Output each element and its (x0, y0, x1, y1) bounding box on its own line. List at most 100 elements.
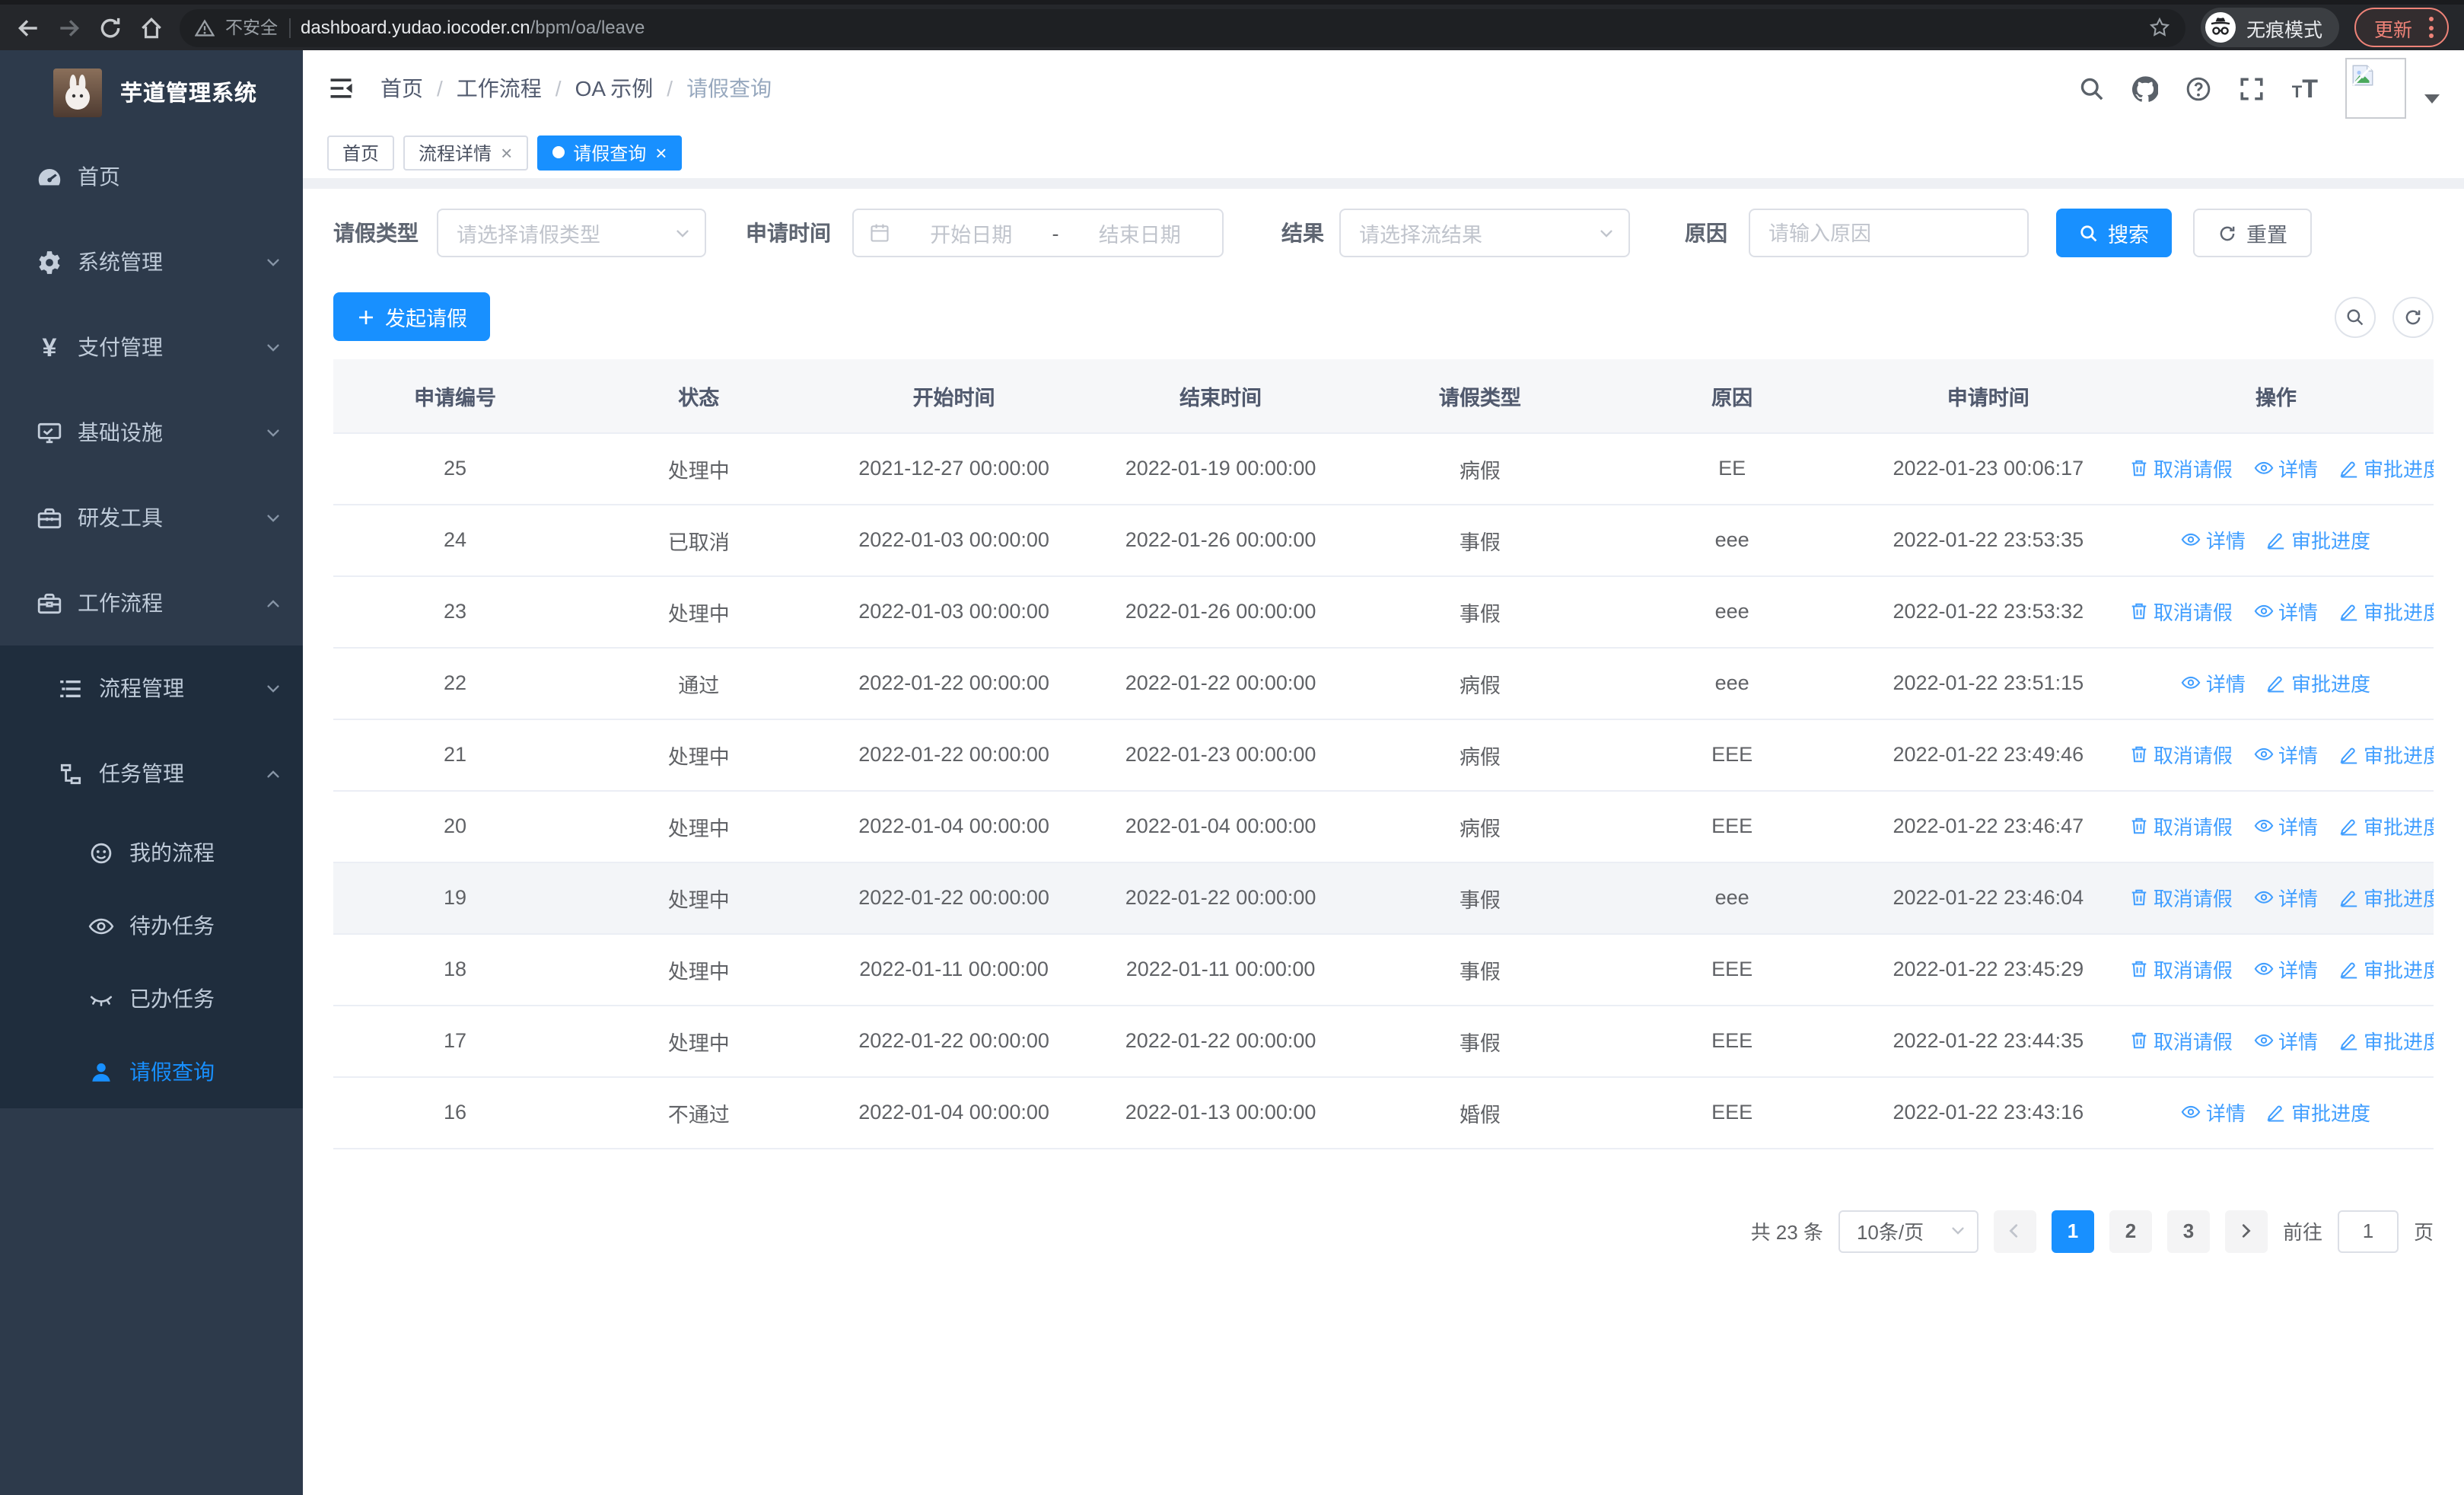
action-progress-link[interactable]: 审批进度 (2339, 955, 2434, 983)
action-cancel-link[interactable]: 取消请假 (2129, 1026, 2233, 1055)
leave-type-select[interactable]: 请选择请假类型 (437, 209, 706, 257)
eyemini-icon (2182, 673, 2201, 693)
action-detail-link[interactable]: 详情 (2254, 454, 2318, 483)
action-detail-link[interactable]: 详情 (2182, 1098, 2246, 1127)
table-search-toggle-button[interactable] (2335, 296, 2376, 337)
action-cancel-link[interactable]: 取消请假 (2129, 597, 2233, 626)
browser-back-icon[interactable] (15, 14, 41, 40)
sidebar-item-eyeclosed[interactable]: 已办任务 (0, 962, 303, 1035)
sidebar-item-monitor[interactable]: 基础设施 (0, 390, 303, 475)
sidebar-item-briefcase[interactable]: 工作流程 (0, 560, 303, 645)
bookmark-star-icon[interactable] (2149, 17, 2170, 38)
goto-page-input[interactable] (2337, 1210, 2399, 1252)
breadcrumb-item[interactable]: 首页 (380, 73, 423, 104)
sidebar-item-yen[interactable]: ¥ 支付管理 (0, 304, 303, 390)
tab[interactable]: 流程详情 × (403, 135, 528, 170)
breadcrumb-item[interactable]: OA 示例 (575, 73, 654, 104)
search-icon[interactable] (2079, 75, 2105, 101)
app-logo-row[interactable]: 芋道管理系统 (0, 50, 303, 134)
sidebar-item-tree[interactable]: 任务管理 (0, 731, 303, 816)
yen-icon: ¥ (42, 333, 57, 362)
action-progress-link[interactable]: 审批进度 (2339, 811, 2434, 840)
pen-icon (2339, 601, 2359, 621)
cell-end: 2022-01-23 00:00:00 (1087, 719, 1355, 791)
font-size-icon[interactable]: TT (2292, 75, 2318, 101)
sidebar-item-toolbox[interactable]: 研发工具 (0, 475, 303, 560)
action-progress-link[interactable]: 审批进度 (2339, 1026, 2434, 1055)
page-button[interactable]: 3 (2166, 1210, 2210, 1252)
action-detail-link[interactable]: 详情 (2182, 668, 2246, 697)
security-warning-label[interactable]: 不安全 (225, 15, 278, 40)
sidebar-item-robot[interactable]: 我的流程 (0, 816, 303, 889)
cell-actions: 详情 审批进度 (2118, 1076, 2434, 1149)
action-cancel-link[interactable]: 取消请假 (2129, 955, 2233, 983)
sidebar-item-eye[interactable]: 待办任务 (0, 889, 303, 962)
avatar[interactable] (2345, 58, 2406, 119)
prev-page-button[interactable] (1993, 1210, 2036, 1252)
cell-type: 事假 (1354, 862, 1606, 934)
fullscreen-icon[interactable] (2239, 75, 2265, 101)
help-icon[interactable] (2185, 75, 2211, 101)
action-detail-link[interactable]: 详情 (2254, 955, 2318, 983)
cell-applied: 2022-01-22 23:45:29 (1858, 933, 2119, 1006)
github-icon[interactable] (2131, 75, 2159, 101)
browser-update-button[interactable]: 更新 (2354, 8, 2449, 47)
reason-input[interactable] (1749, 209, 2029, 257)
action-progress-link[interactable]: 审批进度 (2339, 454, 2434, 483)
tab[interactable]: 首页 (327, 135, 395, 170)
browser-menu-icon[interactable] (2429, 17, 2434, 38)
page-button[interactable]: 1 (2051, 1210, 2094, 1252)
incognito-icon (2205, 12, 2236, 43)
avatar-caret-icon[interactable] (2424, 94, 2440, 104)
table-refresh-button[interactable] (2392, 296, 2434, 337)
update-label[interactable]: 更新 (2374, 13, 2412, 42)
url-text[interactable]: dashboard.yudao.iocoder.cn/bpm/oa/leave (301, 17, 645, 38)
page-button[interactable]: 2 (2109, 1210, 2152, 1252)
action-cancel-link[interactable]: 取消请假 (2129, 740, 2233, 769)
action-detail-link[interactable]: 详情 (2254, 883, 2318, 912)
close-icon[interactable]: × (501, 142, 512, 162)
sidebar-item-dashboard[interactable]: 首页 (0, 134, 303, 219)
create-leave-button[interactable]: 发起请假 (333, 292, 490, 341)
action-cancel-link[interactable]: 取消请假 (2129, 883, 2233, 912)
browser-home-icon[interactable] (138, 14, 164, 40)
action-progress-link[interactable]: 审批进度 (2267, 1098, 2370, 1127)
pen-icon (2267, 530, 2287, 550)
action-progress-link[interactable]: 审批进度 (2267, 525, 2370, 554)
action-progress-link[interactable]: 审批进度 (2339, 883, 2434, 912)
security-warning-icon[interactable] (194, 18, 215, 37)
result-select[interactable]: 请选择流结果 (1339, 209, 1630, 257)
sidebar-item-user[interactable]: 请假查询 (0, 1035, 303, 1108)
search-button[interactable]: 搜索 (2056, 209, 2172, 257)
browser-forward-icon[interactable] (56, 14, 82, 40)
action-detail-link[interactable]: 详情 (2254, 811, 2318, 840)
sidebar-collapse-icon[interactable] (327, 75, 355, 102)
cell-status: 处理中 (577, 933, 821, 1006)
browser-reload-icon[interactable] (97, 14, 123, 40)
cell-type: 病假 (1354, 432, 1606, 505)
sidebar-item-gear[interactable]: 系统管理 (0, 219, 303, 304)
cell-status: 处理中 (577, 790, 821, 862)
close-icon[interactable]: × (655, 142, 667, 162)
action-detail-link[interactable]: 详情 (2254, 597, 2318, 626)
url-bar[interactable]: 不安全 dashboard.yudao.iocoder.cn/bpm/oa/le… (180, 8, 2185, 46)
action-progress-link[interactable]: 审批进度 (2267, 668, 2370, 697)
sidebar-item-label: 研发工具 (78, 505, 163, 530)
pen-icon (2339, 1031, 2359, 1050)
action-cancel-link[interactable]: 取消请假 (2129, 454, 2233, 483)
breadcrumb-item[interactable]: 工作流程 (457, 73, 542, 104)
action-detail-link[interactable]: 详情 (2254, 740, 2318, 769)
tab[interactable]: 请假查询 × (536, 135, 683, 170)
action-progress-link[interactable]: 审批进度 (2339, 740, 2434, 769)
next-page-button[interactable] (2224, 1210, 2268, 1252)
action-progress-link[interactable]: 审批进度 (2339, 597, 2434, 626)
action-detail-link[interactable]: 详情 (2182, 525, 2246, 554)
date-range-picker[interactable]: 开始日期 - 结束日期 (852, 209, 1224, 257)
sidebar-item-list[interactable]: 流程管理 (0, 645, 303, 731)
reset-button[interactable]: 重置 (2193, 209, 2312, 257)
page-size-select[interactable]: 10条/页 (1838, 1210, 1979, 1252)
sidebar-item-label: 系统管理 (78, 250, 163, 274)
cell-start: 2022-01-22 00:00:00 (820, 647, 1087, 719)
action-cancel-link[interactable]: 取消请假 (2129, 811, 2233, 840)
action-detail-link[interactable]: 详情 (2254, 1026, 2318, 1055)
